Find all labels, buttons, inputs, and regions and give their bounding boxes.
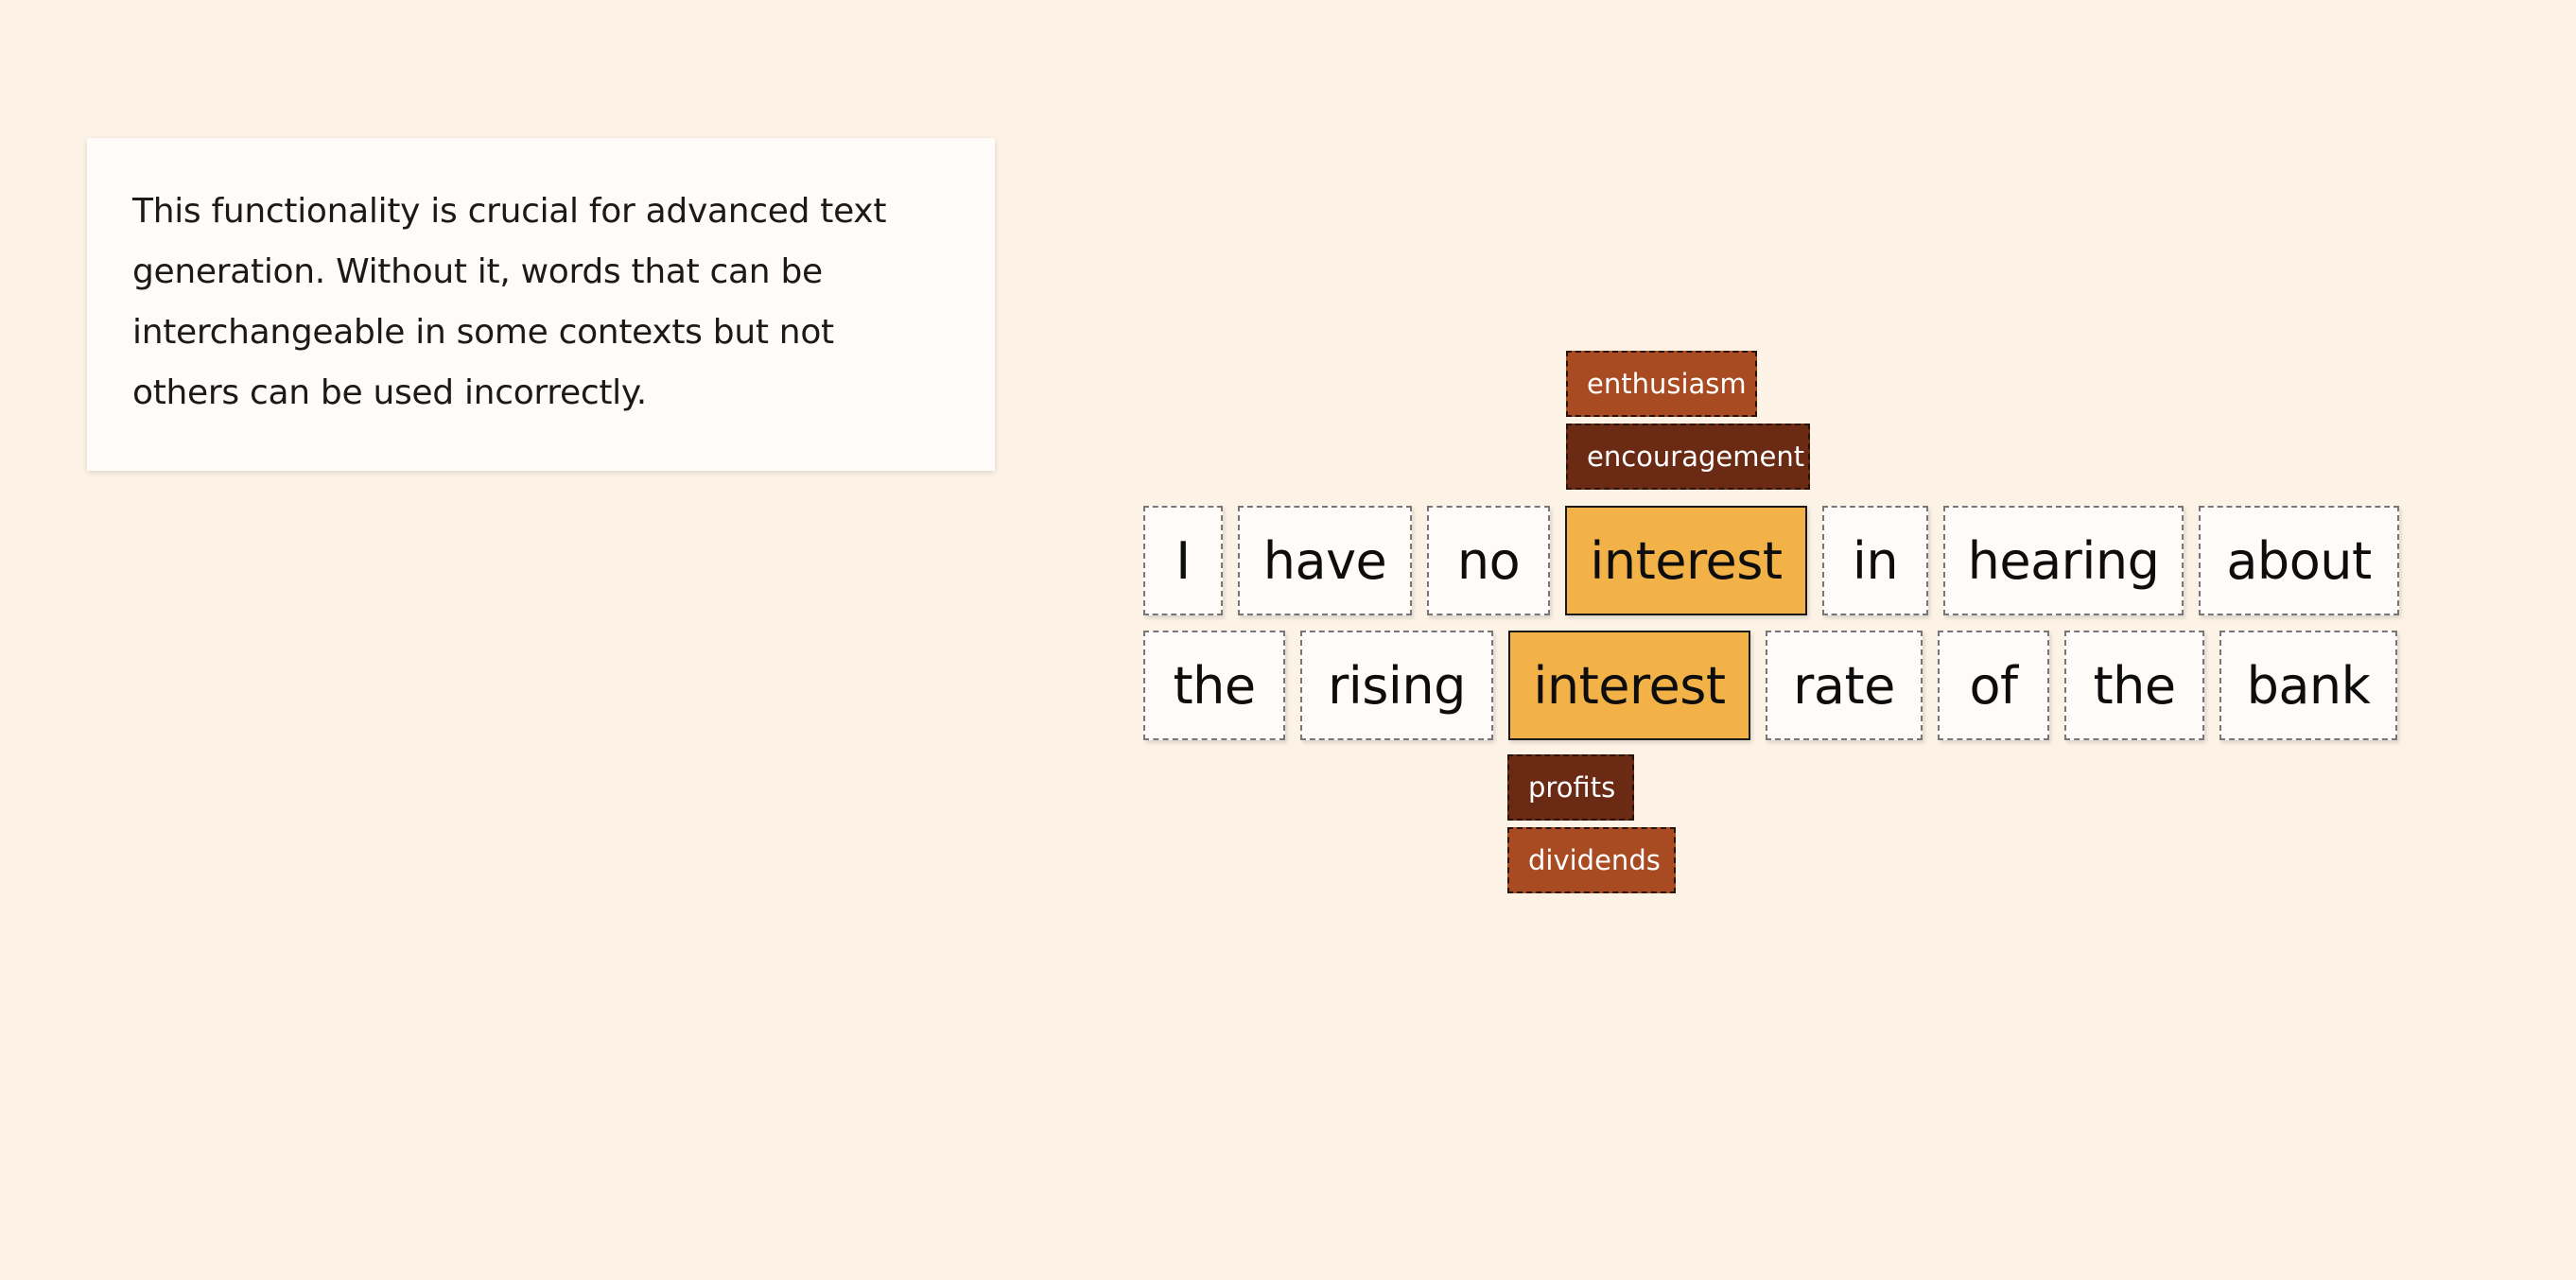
alternative-encouragement[interactable]: encouragement <box>1566 424 1810 490</box>
alternative-enthusiasm[interactable]: enthusiasm <box>1566 351 1757 417</box>
word-tile[interactable]: no <box>1427 506 1550 615</box>
highlighted-word-tile[interactable]: interest <box>1508 631 1750 740</box>
word-tile[interactable]: have <box>1238 506 1412 615</box>
word-tile[interactable]: the <box>1143 631 1285 740</box>
explanation-card: This functionality is crucial for advanc… <box>87 138 995 471</box>
word-tile[interactable]: about <box>2199 506 2399 615</box>
explanation-text: This functionality is crucial for advanc… <box>132 192 887 412</box>
word-tile[interactable]: rising <box>1300 631 1493 740</box>
word-tile[interactable]: hearing <box>1943 506 2184 615</box>
word-tile[interactable]: rate <box>1766 631 1923 740</box>
highlighted-word-tile[interactable]: interest <box>1565 506 1807 615</box>
word-tile[interactable]: the <box>2064 631 2204 740</box>
alternative-dividends[interactable]: dividends <box>1507 827 1676 893</box>
word-tile[interactable]: of <box>1938 631 2049 740</box>
word-tile[interactable]: in <box>1822 506 1928 615</box>
word-tile[interactable]: I <box>1143 506 1223 615</box>
alternative-profits[interactable]: profits <box>1507 754 1634 821</box>
sentence-row-1: I have no interest in hearing about <box>1143 506 2399 615</box>
sentence-row-2: the rising interest rate of the bank <box>1143 631 2397 740</box>
word-tile[interactable]: bank <box>2219 631 2397 740</box>
